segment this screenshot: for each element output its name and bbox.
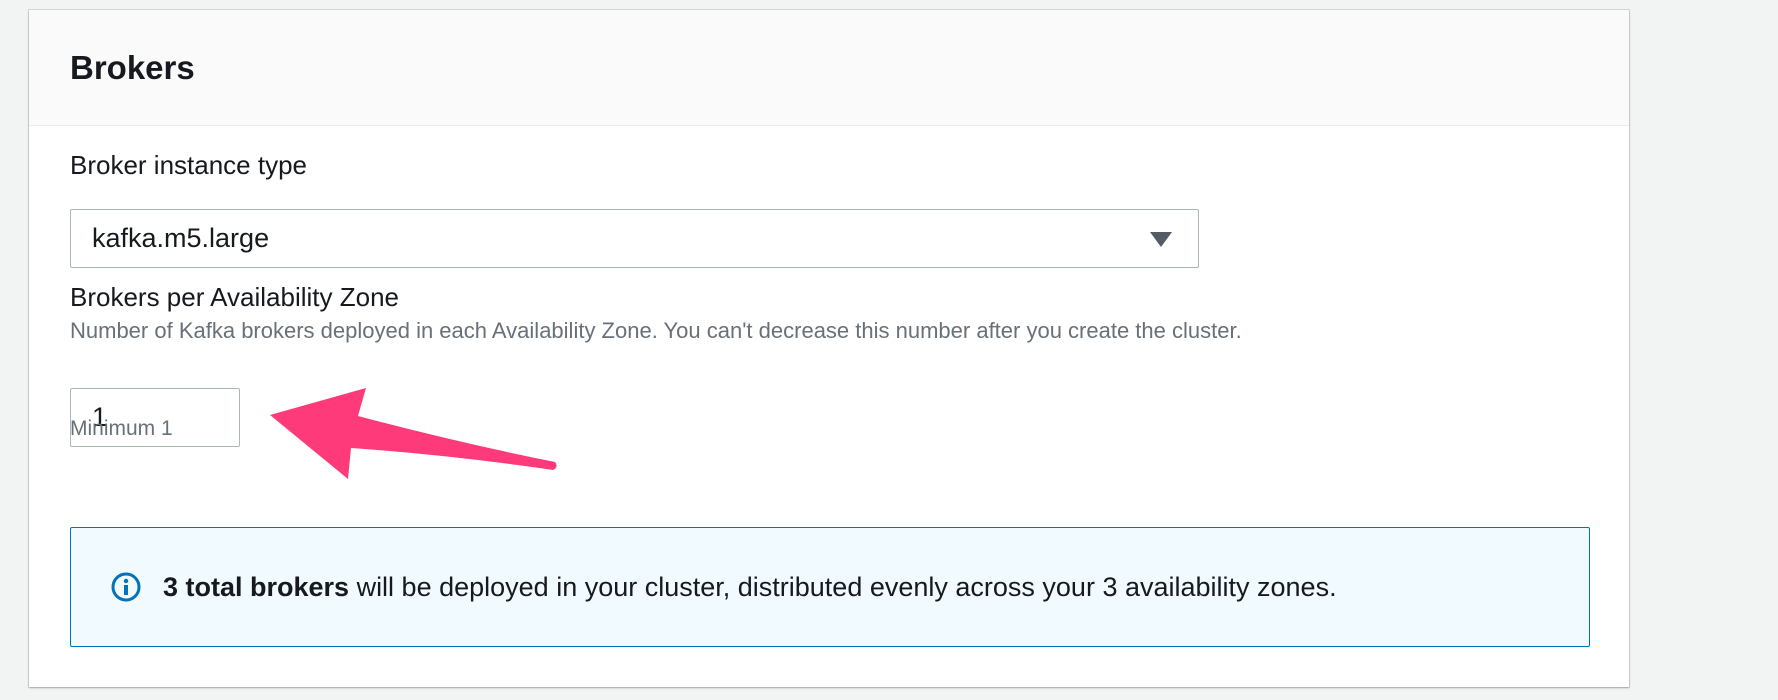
annotation-arrow-icon xyxy=(270,388,557,479)
brokers-panel: Brokers Broker instance type kafka.m5.la… xyxy=(29,10,1629,687)
broker-instance-type-select[interactable]: kafka.m5.large xyxy=(70,209,1199,268)
caret-down-icon xyxy=(1150,232,1172,247)
panel-title: Brokers xyxy=(70,48,195,86)
info-message: 3 total brokers will be deployed in your… xyxy=(163,572,1337,603)
selected-instance-type: kafka.m5.large xyxy=(92,223,270,253)
info-message-bold: 3 total brokers xyxy=(163,571,350,602)
broker-instance-type-label: Broker instance type xyxy=(70,150,308,180)
info-icon xyxy=(110,571,142,603)
info-message-rest: will be deployed in your cluster, distri… xyxy=(349,571,1337,602)
minimum-constraint-text: Minimum 1 xyxy=(70,417,173,440)
info-alert: 3 total brokers will be deployed in your… xyxy=(70,527,1590,647)
panel-header: Brokers xyxy=(29,10,1629,126)
brokers-per-az-description: Number of Kafka brokers deployed in each… xyxy=(70,318,1242,343)
brokers-per-az-label: Brokers per Availability Zone xyxy=(70,282,400,312)
